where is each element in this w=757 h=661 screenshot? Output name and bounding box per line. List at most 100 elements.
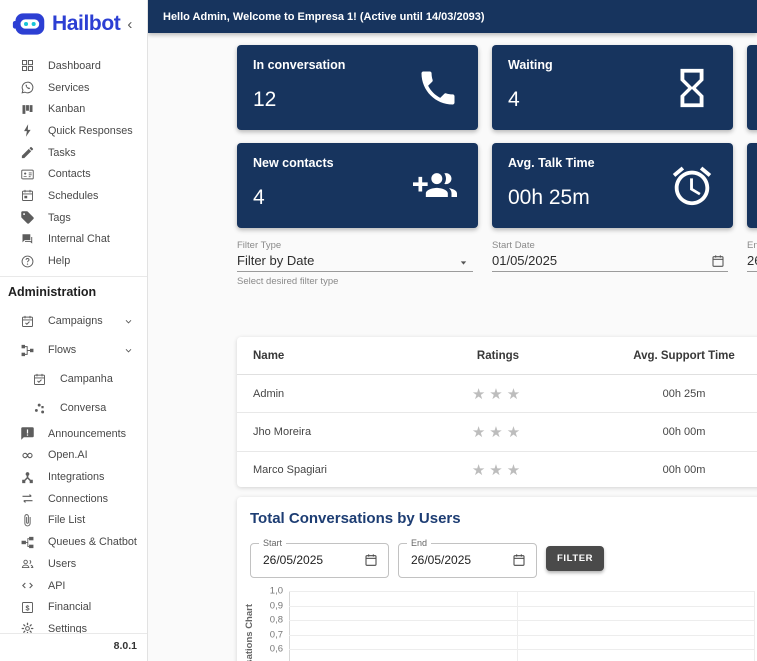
sidebar-item-label: Flows xyxy=(48,344,76,356)
sidebar-item-label: Open.AI xyxy=(48,449,88,461)
whatsapp-icon xyxy=(20,80,35,95)
sidebar-item-tasks[interactable]: Tasks xyxy=(0,142,147,164)
dropdown-caret-icon[interactable] xyxy=(457,256,470,269)
table-row: Marco Spagiari★★★00h 00m xyxy=(237,452,757,487)
chart-ytick-label: 0,6 xyxy=(237,644,283,655)
cell-avg-support-time: 00h 00m xyxy=(573,426,757,438)
sidebar-collapse-button[interactable]: ‹ xyxy=(127,17,132,32)
filter-type-helper: Select desired filter type xyxy=(237,276,338,287)
filter-type-group: Filter Type Filter by Date Select desire… xyxy=(237,240,473,286)
conv-start-input[interactable]: 26/05/2025 xyxy=(263,553,323,567)
filter-button[interactable]: FILTER xyxy=(546,546,604,571)
sidebar-item-financial[interactable]: $ Financial xyxy=(0,596,147,618)
start-date-input[interactable]: 01/05/2025 xyxy=(492,253,557,268)
sidebar-item-label: Tasks xyxy=(48,147,76,159)
dollar-box-icon: $ xyxy=(20,600,35,615)
sidebar-item-services[interactable]: Services xyxy=(0,77,147,99)
sidebar-item-label: File List xyxy=(48,514,85,526)
input-underline xyxy=(747,271,757,272)
conv-end-date-field[interactable]: End 26/05/2025 xyxy=(398,543,537,578)
sidebar-item-label: Integrations xyxy=(48,471,104,483)
sidebar-item-label: Announcements xyxy=(48,428,126,440)
logo-row: Hailbot ‹ xyxy=(0,0,147,48)
help-icon xyxy=(20,254,35,269)
table-row: Jho Moreira★★★00h 00m xyxy=(237,413,757,451)
sidebar-item-flows[interactable]: Flows xyxy=(0,336,147,365)
chevron-down-icon xyxy=(123,316,134,327)
sidebar-item-label: Financial xyxy=(48,601,91,613)
topbar-hello: Hello xyxy=(163,11,193,23)
section-title: Total Conversations by Users xyxy=(250,510,461,527)
sidebar-item-campanha[interactable]: Campanha xyxy=(0,365,147,394)
sidebar-item-quick-responses[interactable]: Quick Responses xyxy=(0,120,147,142)
table-body: Admin ★★★ 00h 25m Jho Moreira★★★00h 00mMarc… xyxy=(237,375,757,487)
sidebar-item-label: Dashboard xyxy=(48,60,101,72)
sidebar-item-queues-chatbot[interactable]: Queues & Chatbot xyxy=(0,531,147,553)
sidebar-item-tags[interactable]: Tags xyxy=(0,207,147,229)
paperclip-icon xyxy=(20,513,35,528)
chart-vertical-gridline xyxy=(517,591,518,661)
sidebar-item-label: API xyxy=(48,580,65,592)
chevron-down-icon xyxy=(123,345,134,356)
sidebar-item-conversa[interactable]: Conversa xyxy=(0,394,147,423)
chart-vertical-gridline xyxy=(754,591,755,661)
calendar-icon[interactable] xyxy=(511,552,527,568)
stat-card-value: 12 xyxy=(253,88,276,112)
end-date-input[interactable]: 26/05/2025 xyxy=(747,253,757,268)
column-header-name: Name xyxy=(237,350,423,362)
sidebar-admin-menu: Campaigns Flows CampanhaConversa Announceme… xyxy=(0,307,147,640)
sidebar-item-announcements[interactable]: Announcements xyxy=(0,423,147,445)
calendar-icon[interactable] xyxy=(710,253,726,269)
end-date-label: End Date xyxy=(747,240,757,251)
sidebar-item-dashboard[interactable]: Dashboard xyxy=(0,55,147,77)
sidebar-item-campaigns[interactable]: Campaigns xyxy=(0,307,147,336)
users-icon xyxy=(20,556,35,571)
sidebar-item-label: Internal Chat xyxy=(48,233,110,245)
sidebar-item-help[interactable]: Help xyxy=(0,250,147,272)
sidebar: Hailbot ‹ Dashboard Services KanbanQuick R… xyxy=(0,0,148,661)
input-underline xyxy=(492,271,728,272)
stat-card-value: 00h 25m xyxy=(508,186,590,210)
tag-icon xyxy=(20,210,35,225)
cell-name: Admin xyxy=(237,388,423,400)
sidebar-item-api[interactable]: API xyxy=(0,575,147,597)
sidebar-item-integrations[interactable]: Integrations xyxy=(0,466,147,488)
sidebar-item-schedules[interactable]: Schedules xyxy=(0,185,147,207)
conv-end-label: End xyxy=(407,538,431,548)
cell-avg-support-time: 00h 00m xyxy=(573,464,757,476)
chart-y-axis-line xyxy=(289,591,290,661)
chart-ytick-label: 0,8 xyxy=(237,615,283,626)
sidebar-item-contacts[interactable]: Contacts xyxy=(0,163,147,185)
sidebar-item-label: Services xyxy=(48,82,89,94)
sidebar-item-open-ai[interactable]: Open.AI xyxy=(0,445,147,467)
rating-stars: ★★★ xyxy=(472,385,524,403)
filter-type-select[interactable]: Filter by Date xyxy=(237,253,314,268)
chat-icon xyxy=(20,232,35,247)
filter-type-label: Filter Type xyxy=(237,240,281,251)
topbar-company: Empresa 1 xyxy=(297,11,353,23)
stat-card-title: Waiting xyxy=(508,58,553,72)
topbar-greeting: Hello Admin, Welcome to Empresa 1! (Acti… xyxy=(163,11,485,23)
sidebar-item-kanban[interactable]: Kanban xyxy=(0,98,147,120)
flow-icon xyxy=(20,343,35,358)
total-conversations-card: Total Conversations by Users Start 26/05… xyxy=(237,497,757,661)
pencil-icon xyxy=(20,145,35,160)
start-date-group: Start Date 01/05/2025 xyxy=(492,240,728,286)
sidebar-item-file-list[interactable]: File List xyxy=(0,510,147,532)
chart-horizontal-gridline xyxy=(289,620,755,621)
conv-start-date-field[interactable]: Start 26/05/2025 xyxy=(250,543,389,578)
chart-horizontal-gridline xyxy=(289,649,755,650)
topbar-user: Admin xyxy=(193,11,227,23)
hourglass-icon xyxy=(669,62,715,114)
sidebar-item-connections[interactable]: Connections xyxy=(0,488,147,510)
cell-avg-support-time: 00h 25m xyxy=(573,388,757,400)
chart-ytick-label: 0,9 xyxy=(237,600,283,611)
calendar-icon[interactable] xyxy=(363,552,379,568)
input-underline xyxy=(237,271,473,272)
sidebar-item-users[interactable]: Users xyxy=(0,553,147,575)
sidebar-item-internal-chat[interactable]: Internal Chat xyxy=(0,229,147,251)
sidebar-section-administration: Administration xyxy=(0,277,147,307)
infinity-icon xyxy=(20,448,35,463)
conv-end-input[interactable]: 26/05/2025 xyxy=(411,553,471,567)
column-header-ratings: Ratings xyxy=(423,350,573,362)
